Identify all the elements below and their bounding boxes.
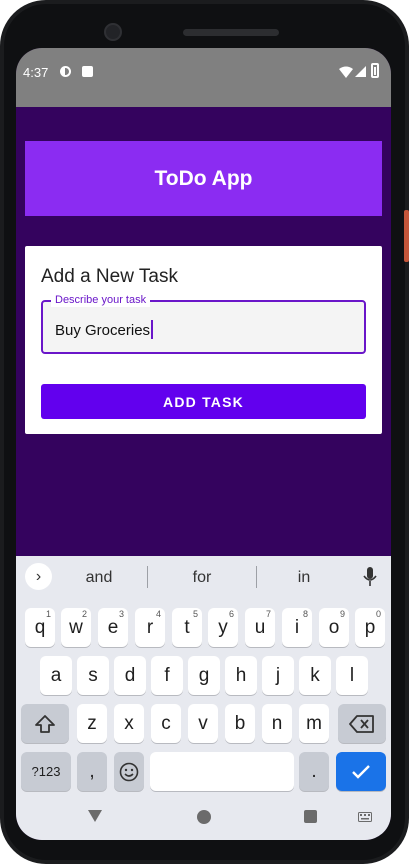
key-number: 7 bbox=[265, 609, 271, 619]
key-r[interactable]: r4 bbox=[135, 608, 165, 647]
keyboard-switch-icon[interactable] bbox=[358, 812, 372, 822]
key-number: 3 bbox=[118, 609, 124, 619]
symbols-key[interactable]: ?123 bbox=[21, 752, 71, 791]
phone-frame: 4:37 ToDo App Add a New Task Describe yo… bbox=[0, 0, 409, 864]
power-button bbox=[404, 210, 409, 262]
key-e[interactable]: e3 bbox=[98, 608, 128, 647]
recents-icon[interactable] bbox=[304, 810, 317, 823]
emoji-icon bbox=[119, 762, 139, 781]
key-number: 8 bbox=[302, 609, 308, 619]
task-input-text: Buy Groceries bbox=[55, 322, 151, 339]
key-v[interactable]: v bbox=[188, 704, 218, 743]
back-icon[interactable] bbox=[88, 810, 102, 822]
key-j[interactable]: j bbox=[262, 656, 294, 695]
add-task-card: Add a New Task Describe your task Buy Gr… bbox=[25, 246, 382, 434]
key-letter: r bbox=[146, 616, 154, 638]
key-letter: e bbox=[107, 616, 119, 638]
text-cursor bbox=[151, 320, 154, 339]
app-title: ToDo App bbox=[154, 166, 253, 190]
key-number: 5 bbox=[192, 609, 198, 619]
key-o[interactable]: o9 bbox=[319, 608, 349, 647]
key-f[interactable]: f bbox=[151, 656, 183, 695]
task-input[interactable]: Buy Groceries bbox=[55, 320, 154, 339]
suggestion-2[interactable]: for bbox=[167, 569, 237, 587]
chevron-right-icon[interactable]: › bbox=[25, 563, 52, 590]
comma-key[interactable]: , bbox=[77, 752, 107, 791]
space-key[interactable] bbox=[150, 752, 294, 791]
key-letter: o bbox=[328, 616, 340, 638]
screen: 4:37 ToDo App Add a New Task Describe yo… bbox=[16, 48, 391, 840]
key-g[interactable]: g bbox=[188, 656, 220, 695]
task-description-field[interactable]: Describe your task Buy Groceries bbox=[41, 293, 366, 354]
key-m[interactable]: m bbox=[299, 704, 329, 743]
task-field-label: Describe your task bbox=[51, 293, 151, 307]
key-number: 9 bbox=[339, 609, 345, 619]
key-l[interactable]: l bbox=[336, 656, 368, 695]
suggestion-strip: › and for in bbox=[16, 556, 391, 596]
on-screen-keyboard: › and for in q1 w2 e3 r4 t5 y6 u7 i8 o 9… bbox=[16, 556, 391, 796]
key-u[interactable]: u7 bbox=[245, 608, 275, 647]
earpiece-speaker bbox=[183, 29, 279, 36]
key-number: 0 bbox=[375, 609, 381, 619]
microphone-icon[interactable] bbox=[363, 567, 377, 587]
checkmark-icon bbox=[352, 764, 370, 779]
key-s[interactable]: s bbox=[77, 656, 109, 695]
navigation-bar bbox=[16, 796, 391, 840]
suggestion-3[interactable]: in bbox=[269, 569, 339, 587]
key-d[interactable]: d bbox=[114, 656, 146, 695]
key-letter: p bbox=[364, 616, 376, 638]
sim-card-icon bbox=[82, 66, 93, 77]
backspace-icon bbox=[349, 714, 374, 733]
key-number: 6 bbox=[228, 609, 234, 619]
add-task-button[interactable]: ADD TASK bbox=[41, 384, 366, 419]
key-a[interactable]: a bbox=[40, 656, 72, 695]
status-time: 4:37 bbox=[23, 65, 49, 80]
key-number: 2 bbox=[81, 609, 87, 619]
key-number: 1 bbox=[45, 609, 51, 619]
key-i[interactable]: i8 bbox=[282, 608, 312, 647]
key-h[interactable]: h bbox=[225, 656, 257, 695]
done-key[interactable] bbox=[336, 752, 386, 791]
key-x[interactable]: x bbox=[114, 704, 144, 743]
backspace-key[interactable] bbox=[338, 704, 386, 743]
key-n[interactable]: n bbox=[262, 704, 292, 743]
key-z[interactable]: z bbox=[77, 704, 107, 743]
key-letter: i bbox=[294, 616, 300, 638]
suggestion-divider bbox=[147, 566, 148, 588]
period-key[interactable]: . bbox=[299, 752, 329, 791]
key-k[interactable]: k bbox=[299, 656, 331, 695]
shift-arrow-icon bbox=[35, 714, 55, 733]
shift-key[interactable] bbox=[21, 704, 69, 743]
key-number: 4 bbox=[155, 609, 161, 619]
battery-icon bbox=[371, 63, 379, 78]
suggestion-divider bbox=[256, 566, 257, 588]
key-t[interactable]: t5 bbox=[172, 608, 202, 647]
key-letter: t bbox=[184, 616, 190, 638]
key-letter: w bbox=[69, 616, 83, 638]
suggestion-1[interactable]: and bbox=[64, 569, 134, 587]
key-letter: y bbox=[218, 616, 228, 638]
key-q[interactable]: q1 bbox=[25, 608, 55, 647]
cell-signal-icon bbox=[355, 66, 366, 77]
key-letter: q bbox=[34, 616, 46, 638]
card-heading: Add a New Task bbox=[41, 266, 178, 287]
data-saver-icon bbox=[60, 66, 71, 77]
key-w[interactable]: w2 bbox=[61, 608, 91, 647]
key-b[interactable]: b bbox=[225, 704, 255, 743]
front-camera bbox=[104, 23, 122, 41]
home-icon[interactable] bbox=[197, 810, 211, 824]
emoji-key[interactable] bbox=[114, 752, 144, 791]
key-p[interactable]: p0 bbox=[355, 608, 385, 647]
key-y[interactable]: y6 bbox=[208, 608, 238, 647]
key-c[interactable]: c bbox=[151, 704, 181, 743]
app-bar: ToDo App bbox=[25, 141, 382, 216]
status-bar: 4:37 bbox=[16, 48, 391, 107]
key-letter: u bbox=[254, 616, 266, 638]
wifi-icon bbox=[339, 66, 353, 78]
